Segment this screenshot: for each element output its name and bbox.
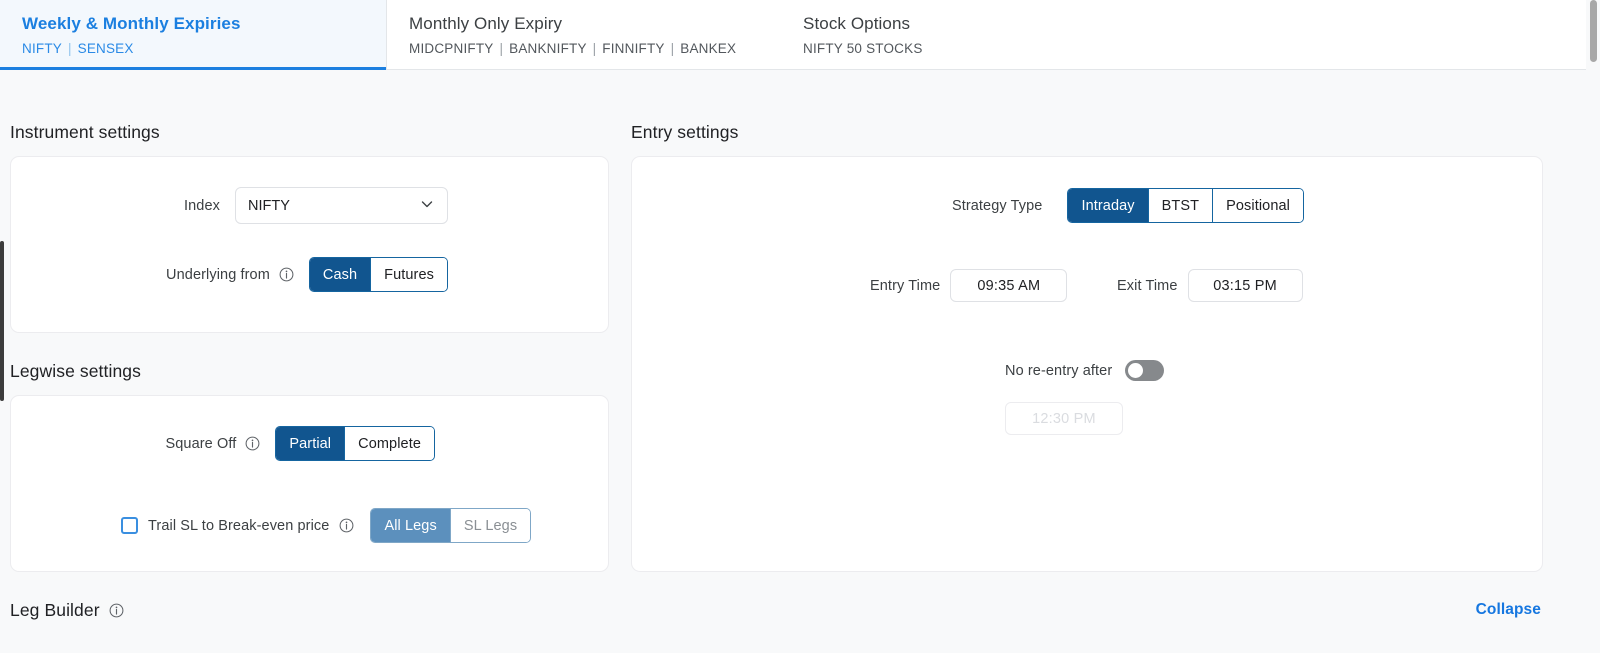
tab-sub-item: SENSEX [77, 40, 134, 56]
strategy-option-positional[interactable]: Positional [1212, 189, 1303, 222]
info-icon[interactable] [109, 603, 124, 618]
heading-text: Instrument settings [10, 122, 160, 142]
expiry-tabstrip: Weekly & Monthly Expiries NIFTY | SENSEX… [0, 0, 1586, 70]
legwise-settings-card: Square Off Partial Complete Trail SL to … [10, 395, 609, 572]
strategy-type-row: Strategy Type Intraday BTST Positional [632, 188, 1304, 223]
heading-text: Entry settings [631, 122, 739, 142]
heading-text: Legwise settings [10, 361, 141, 381]
square-off-label: Square Off [165, 435, 237, 452]
index-label: Index [184, 197, 220, 214]
tab-stock-options[interactable]: Stock Options NIFTY 50 STOCKS [781, 0, 1281, 69]
trail-sl-label: Trail SL to Break-even price [148, 517, 330, 534]
square-off-row: Square Off Partial Complete [11, 426, 435, 461]
trail-sl-checkbox[interactable] [121, 517, 138, 534]
tab-title: Stock Options [803, 13, 911, 33]
info-icon[interactable] [245, 436, 260, 451]
tab-sub-item: NIFTY 50 STOCKS [803, 40, 923, 56]
strategy-option-intraday[interactable]: Intraday [1068, 189, 1148, 222]
no-reentry-row: No re-entry after [1005, 360, 1165, 381]
tab-subtitle: NIFTY 50 STOCKS [803, 40, 1281, 57]
index-select-value: NIFTY [248, 197, 290, 214]
tab-subtitle: NIFTY | SENSEX [22, 40, 386, 57]
page-scrollbar[interactable] [1586, 0, 1600, 653]
entry-time-group: Entry Time 09:35 AM [870, 269, 1068, 302]
strategy-type-label: Strategy Type [951, 197, 1043, 214]
no-reentry-time-group: 12:30 PM [1005, 402, 1123, 435]
no-reentry-time-placeholder: 12:30 PM [1032, 410, 1096, 427]
legwise-settings-heading: Legwise settings [10, 360, 141, 382]
tab-monthly-only-expiry[interactable]: Monthly Only Expiry MIDCPNIFTY | BANKNIF… [387, 0, 781, 69]
trail-sl-scope-segmented: All Legs SL Legs [370, 508, 532, 543]
entry-time-label: Entry Time [870, 277, 941, 294]
collapse-button[interactable]: Collapse [1476, 601, 1541, 619]
tab-weekly-monthly-expiries[interactable]: Weekly & Monthly Expiries NIFTY | SENSEX [0, 0, 387, 70]
tab-subtitle: MIDCPNIFTY | BANKNIFTY | FINNIFTY | BANK… [409, 40, 781, 57]
square-off-option-complete[interactable]: Complete [344, 427, 434, 460]
tab-sub-item: BANKEX [680, 40, 737, 56]
separator: | [588, 40, 601, 56]
square-off-option-partial[interactable]: Partial [276, 427, 345, 460]
info-icon[interactable] [339, 518, 354, 533]
underlying-option-cash[interactable]: Cash [309, 258, 371, 291]
tab-title: Monthly Only Expiry [409, 13, 563, 33]
instrument-settings-card: Index NIFTY Underlying from Cash Futures [10, 156, 609, 333]
entry-time-input[interactable]: 09:35 AM [950, 269, 1068, 302]
trail-sl-option-all-legs[interactable]: All Legs [371, 509, 450, 542]
underlying-option-futures[interactable]: Futures [370, 258, 447, 291]
strategy-type-segmented: Intraday BTST Positional [1067, 188, 1304, 223]
tab-sub-item: BANKNIFTY [509, 40, 587, 56]
square-off-segmented: Partial Complete [275, 426, 435, 461]
heading-text: Leg Builder [10, 600, 100, 620]
exit-time-group: Exit Time 03:15 PM [1117, 269, 1303, 302]
entry-time-value: 09:35 AM [977, 277, 1041, 294]
separator: | [495, 40, 508, 56]
exit-time-input[interactable]: 03:15 PM [1187, 269, 1303, 302]
underlying-from-segmented: Cash Futures [308, 257, 448, 292]
no-reentry-label: No re-entry after [1005, 362, 1113, 379]
tab-title: Weekly & Monthly Expiries [22, 13, 241, 33]
tab-sub-item: FINNIFTY [602, 40, 665, 56]
settings-content: Instrument settings Index NIFTY Underlyi… [0, 71, 1586, 653]
strategy-builder-page: Weekly & Monthly Expiries NIFTY | SENSEX… [0, 0, 1600, 653]
entry-settings-heading: Entry settings [631, 121, 738, 143]
entry-settings-card: Strategy Type Intraday BTST Positional E… [631, 156, 1543, 572]
underlying-from-row: Underlying from Cash Futures [11, 257, 448, 292]
no-reentry-time-input[interactable]: 12:30 PM [1005, 402, 1123, 435]
exit-time-value: 03:15 PM [1213, 277, 1277, 294]
index-row: Index NIFTY [11, 187, 448, 224]
leg-builder-heading: Leg Builder [10, 599, 124, 621]
strategy-option-btst[interactable]: BTST [1147, 189, 1213, 222]
chevron-down-icon [419, 196, 435, 216]
trail-sl-option-sl-legs[interactable]: SL Legs [449, 509, 531, 542]
tab-sub-item: MIDCPNIFTY [409, 40, 494, 56]
panel-scrollbar-thumb[interactable] [0, 241, 4, 401]
page-scrollbar-thumb[interactable] [1590, 0, 1597, 62]
instrument-settings-heading: Instrument settings [10, 121, 160, 143]
separator: | [64, 40, 76, 56]
info-icon[interactable] [279, 267, 294, 282]
trail-sl-row: Trail SL to Break-even price All Legs SL… [121, 508, 532, 543]
exit-time-label: Exit Time [1117, 277, 1178, 294]
index-select[interactable]: NIFTY [235, 187, 448, 224]
toggle-knob [1128, 363, 1144, 378]
tab-sub-item: NIFTY [22, 40, 62, 56]
no-reentry-toggle[interactable] [1125, 360, 1165, 381]
separator: | [666, 40, 679, 56]
underlying-from-label: Underlying from [166, 266, 270, 283]
